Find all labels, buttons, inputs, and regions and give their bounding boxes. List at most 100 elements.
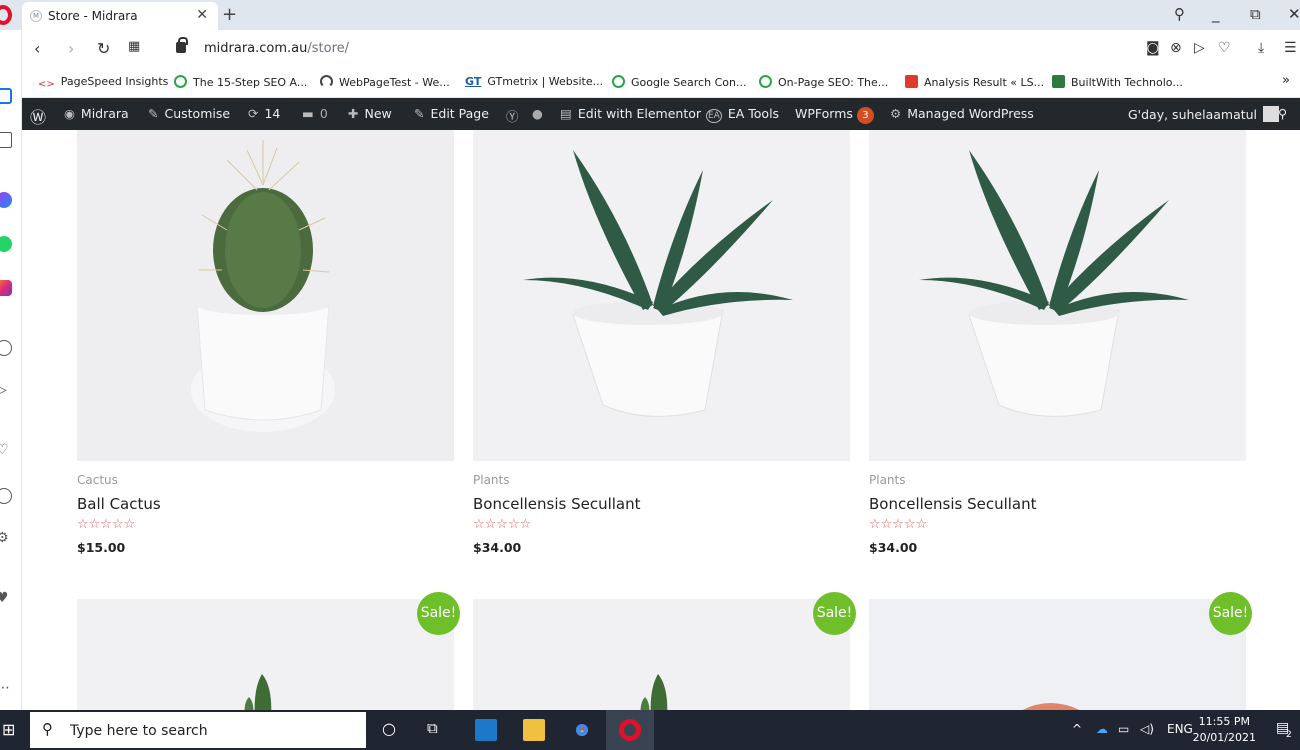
opera-sidebar: ▷ ♡ ⚙ ♥ ⋯ xyxy=(0,30,22,710)
bookmark-seo-guide[interactable]: The 15-Step SEO A... xyxy=(174,75,307,89)
volume-icon[interactable]: ◁) xyxy=(1140,722,1154,736)
tray-chevron-icon[interactable]: ^ xyxy=(1072,722,1082,736)
lock-icon[interactable] xyxy=(176,37,188,53)
product-name[interactable]: Boncellensis Secullant xyxy=(473,495,641,513)
search-tabs-icon[interactable]: ⚲ xyxy=(1174,5,1185,23)
search-icon: ⚲ xyxy=(42,720,53,738)
gauge-icon xyxy=(320,75,333,88)
send-panel-icon[interactable]: ▷ xyxy=(0,382,12,398)
browser-tab[interactable]: M Store - Midrara ✕ xyxy=(22,2,218,30)
language-indicator[interactable]: ENG xyxy=(1167,722,1193,736)
menu-icon[interactable]: ☰ xyxy=(1284,40,1297,56)
product-image[interactable] xyxy=(869,130,1246,461)
yoast-icon[interactable]: Ⓨ xyxy=(506,106,519,125)
product-category[interactable]: Cactus xyxy=(77,473,118,487)
new-tab-icon[interactable]: + xyxy=(222,4,237,25)
windows-start-icon[interactable]: ⊞ xyxy=(2,720,15,739)
comment-icon: ▬ xyxy=(302,106,314,121)
succulent-plant-image xyxy=(473,130,850,461)
wpforms-link[interactable]: WPForms 3 xyxy=(795,106,874,124)
taskbar-search-box[interactable]: ⚲ Type here to search xyxy=(30,712,366,748)
opera-taskbar-icon[interactable] xyxy=(619,719,641,741)
settings-icon[interactable]: ⚙ xyxy=(0,530,12,546)
forward-icon[interactable]: › xyxy=(68,39,74,58)
updates-link[interactable]: ⟳ 14 xyxy=(248,106,280,121)
product-name[interactable]: Boncellensis Secullant xyxy=(869,495,1037,513)
messenger-icon[interactable] xyxy=(0,192,12,208)
elementor-icon: ▤ xyxy=(560,106,572,121)
back-icon[interactable]: ‹ xyxy=(34,39,40,58)
reload-icon[interactable]: ↻ xyxy=(97,39,110,58)
home-icon[interactable] xyxy=(0,88,12,104)
edit-page-link[interactable]: ✎ Edit Page xyxy=(414,106,489,121)
mail-icon[interactable] xyxy=(475,719,497,741)
player-icon[interactable] xyxy=(0,340,12,356)
cortana-icon[interactable]: ○ xyxy=(382,719,396,738)
product-name[interactable]: Ball Cactus xyxy=(77,495,161,513)
product-price: $34.00 xyxy=(869,540,918,555)
account-menu[interactable]: G'day, suhelaamatul xyxy=(1128,106,1280,122)
gtmetrix-icon: GT xyxy=(465,75,482,88)
download-icon[interactable]: ⤓ xyxy=(1258,40,1264,56)
product-image[interactable] xyxy=(869,599,1246,710)
bookmark-pagespeed[interactable]: <> PageSpeed Insights xyxy=(38,75,168,92)
whatsapp-icon[interactable] xyxy=(0,236,12,252)
rating-stars: ☆☆☆☆☆ xyxy=(77,517,136,532)
tips-icon[interactable]: ♥ xyxy=(0,590,12,606)
clock-date: 20/01/2021 xyxy=(1192,731,1256,744)
url-path: /store/ xyxy=(307,41,350,56)
sale-badge: Sale! xyxy=(417,592,460,635)
product-category[interactable]: Plants xyxy=(869,473,906,487)
minimize-icon[interactable]: _ xyxy=(1212,5,1220,23)
snapshot-window-icon[interactable]: ⧉ xyxy=(1250,5,1261,23)
product-category[interactable]: Plants xyxy=(473,473,510,487)
comments-link[interactable]: ▬ 0 xyxy=(302,106,328,121)
product-image[interactable] xyxy=(77,599,454,710)
product-image[interactable] xyxy=(473,130,850,461)
product-image[interactable] xyxy=(473,599,850,710)
wordpress-logo-icon[interactable]: Ⓦ xyxy=(30,104,46,128)
favorites-icon[interactable]: ♡ xyxy=(0,442,12,458)
task-view-icon[interactable]: ⧉ xyxy=(427,719,438,737)
browser-tab-bar: M Store - Midrara ✕ + ⚲ _ ⧉ ✕ xyxy=(0,0,1300,30)
bookmarks-bar: <> PageSpeed Insights The 15-Step SEO A..… xyxy=(22,68,1300,98)
camera-icon[interactable]: ◙ xyxy=(1146,40,1160,56)
bookmark-builtwith[interactable]: BuiltWith Technolo... xyxy=(1052,75,1183,89)
chrome-icon[interactable] xyxy=(571,719,593,741)
new-content-link[interactable]: ✚ New xyxy=(348,106,392,121)
instagram-icon[interactable] xyxy=(0,280,12,296)
updates-icon: ⟳ xyxy=(248,106,259,121)
bookmark-gtmetrix[interactable]: GT GTmetrix | Website... xyxy=(465,75,603,88)
close-window-icon[interactable]: ✕ xyxy=(1288,5,1300,23)
bookmarks-more-icon[interactable]: » xyxy=(1282,73,1290,88)
bookmark-search-console[interactable]: Google Search Con... xyxy=(612,75,746,89)
send-icon[interactable]: ▷ xyxy=(1194,40,1205,56)
bookmark-webpagetest[interactable]: WebPageTest - We... xyxy=(320,75,450,89)
admin-search-icon[interactable]: ⚲ xyxy=(1278,106,1287,121)
heart-icon[interactable]: ♡ xyxy=(1218,40,1231,56)
adblock-icon[interactable]: ⊗ xyxy=(1170,40,1182,56)
taskbar-clock[interactable]: 11:55 PM 20/01/2021 xyxy=(1193,714,1256,746)
builtwith-icon xyxy=(1052,75,1065,88)
opera-logo-icon[interactable] xyxy=(0,5,12,25)
customise-link[interactable]: ✎ Customise xyxy=(148,106,230,121)
bookmark-analysis-result[interactable]: Analysis Result « LS... xyxy=(905,75,1044,89)
product-image[interactable] xyxy=(77,130,454,461)
bookmark-panel-icon[interactable] xyxy=(0,132,12,148)
search-placeholder: Type here to search xyxy=(70,723,208,739)
url-field[interactable]: midrara.com.au/store/ xyxy=(204,41,349,56)
onedrive-icon[interactable]: ☁ xyxy=(1096,722,1108,736)
history-icon[interactable] xyxy=(0,488,12,504)
ea-tools-link[interactable]: EA EA Tools xyxy=(706,106,779,123)
elementor-link[interactable]: ▤ Edit with Elementor xyxy=(560,106,701,121)
url-domain: midrara.com.au xyxy=(204,41,308,56)
bookmark-onpage-seo[interactable]: On-Page SEO: The... xyxy=(759,75,888,89)
tab-close-icon[interactable]: ✕ xyxy=(196,7,208,23)
managed-wordpress-link[interactable]: ⚙ Managed WordPress xyxy=(890,106,1034,121)
more-icon[interactable]: ⋯ xyxy=(0,680,12,696)
file-explorer-icon[interactable] xyxy=(523,719,545,741)
circle-icon xyxy=(174,75,187,88)
battery-icon[interactable]: ▭ xyxy=(1118,722,1129,736)
site-name-link[interactable]: ◉ Midrara xyxy=(64,106,129,121)
speed-dial-icon[interactable]: ▦ xyxy=(128,39,140,54)
